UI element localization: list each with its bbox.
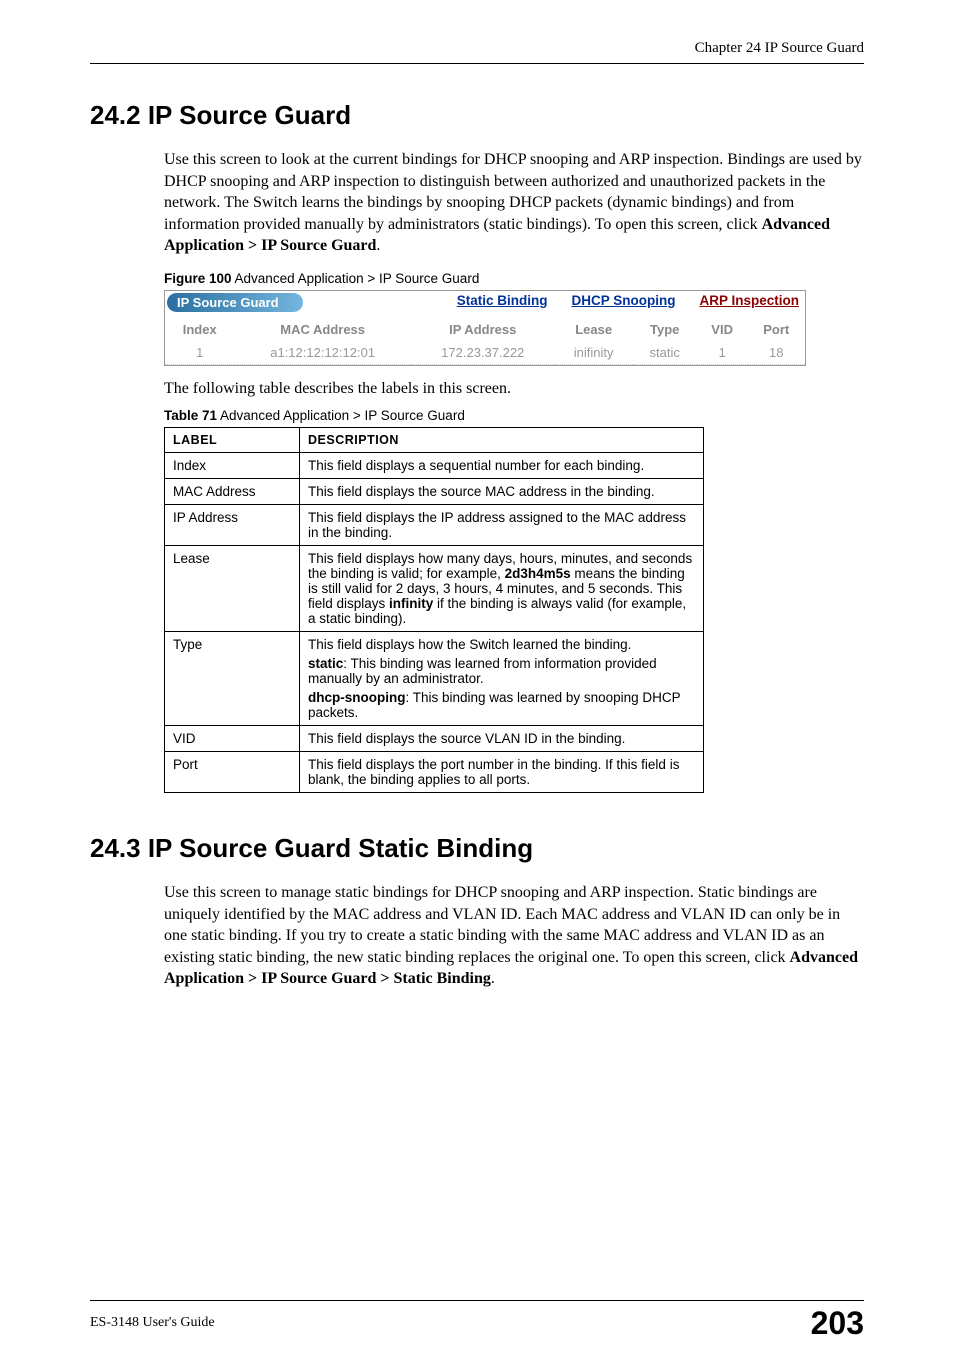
para-text: Use this screen to manage static binding… — [164, 884, 840, 966]
row-desc: This field displays how the Switch learn… — [300, 631, 704, 725]
header-label: LABEL — [165, 427, 300, 452]
link-dhcp-snooping[interactable]: DHCP Snooping — [571, 293, 675, 308]
figure-label-rest: Advanced Application > IP Source Guard — [232, 271, 480, 286]
col-index: Index — [165, 318, 234, 341]
table-71-caption: Table 71 Advanced Application > IP Sourc… — [164, 408, 864, 423]
col-lease: Lease — [555, 318, 633, 341]
row-desc: This field displays the source VLAN ID i… — [300, 725, 704, 751]
row-desc: This field displays the source MAC addre… — [300, 478, 704, 504]
row-desc: This field displays the port number in t… — [300, 751, 704, 792]
chapter-header: Chapter 24 IP Source Guard — [90, 40, 864, 64]
table-row: IP Address This field displays the IP ad… — [165, 504, 704, 545]
footer-page-number: 203 — [811, 1305, 864, 1342]
desc-text: : This binding was learned from informat… — [308, 656, 657, 686]
row-desc: This field displays how many days, hours… — [300, 545, 704, 631]
desc-bold: 2d3h4m5s — [505, 566, 571, 581]
col-mac: MAC Address — [234, 318, 410, 341]
col-ip: IP Address — [411, 318, 555, 341]
link-arp-inspection[interactable]: ARP Inspection — [699, 293, 799, 308]
row-label: Index — [165, 452, 300, 478]
row-label: Lease — [165, 545, 300, 631]
table-row: Lease This field displays how many days,… — [165, 545, 704, 631]
row-label: VID — [165, 725, 300, 751]
cell-lease: inifinity — [555, 341, 633, 365]
row-desc: This field displays the IP address assig… — [300, 504, 704, 545]
figure-100-screenshot: IP Source Guard Static Binding DHCP Snoo… — [164, 290, 806, 366]
screenshot-table: Index MAC Address IP Address Lease Type … — [165, 318, 805, 365]
row-label: Port — [165, 751, 300, 792]
table-71: LABEL DESCRIPTION Index This field displ… — [164, 427, 704, 793]
cell-ip: 172.23.37.222 — [411, 341, 555, 365]
desc-line: This field displays how the Switch learn… — [308, 637, 695, 652]
screenshot-tab-title[interactable]: IP Source Guard — [167, 293, 303, 312]
para-text-end: . — [491, 970, 495, 987]
cell-type: static — [633, 341, 697, 365]
section-24-2-heading: 24.2 IP Source Guard — [90, 100, 864, 131]
para-text-end: . — [376, 237, 380, 254]
desc-bold: infinity — [389, 596, 433, 611]
col-vid: VID — [697, 318, 748, 341]
page-footer: ES-3148 User's Guide 203 — [90, 1300, 864, 1342]
row-label: Type — [165, 631, 300, 725]
cell-port: 18 — [748, 341, 805, 365]
table-row: MAC Address This field displays the sour… — [165, 478, 704, 504]
col-type: Type — [633, 318, 697, 341]
table-header-row: Index MAC Address IP Address Lease Type … — [165, 318, 805, 341]
table-row: Port This field displays the port number… — [165, 751, 704, 792]
table-row: 1 a1:12:12:12:12:01 172.23.37.222 inifin… — [165, 341, 805, 365]
footer-guide-name: ES-3148 User's Guide — [90, 1315, 215, 1331]
desc-bold: static — [308, 656, 343, 671]
header-description: DESCRIPTION — [300, 427, 704, 452]
figure-label-bold: Figure 100 — [164, 271, 232, 286]
table-label-bold: Table 71 — [164, 408, 217, 423]
table-row: Index This field displays a sequential n… — [165, 452, 704, 478]
row-label: MAC Address — [165, 478, 300, 504]
table-label-rest: Advanced Application > IP Source Guard — [217, 408, 465, 423]
row-label: IP Address — [165, 504, 300, 545]
cell-mac: a1:12:12:12:12:01 — [234, 341, 410, 365]
figure-100-caption: Figure 100 Advanced Application > IP Sou… — [164, 271, 864, 286]
section-24-3-heading: 24.3 IP Source Guard Static Binding — [90, 833, 864, 864]
link-static-binding[interactable]: Static Binding — [457, 293, 548, 308]
para-text: Use this screen to look at the current b… — [164, 151, 862, 233]
desc-bold: dhcp-snooping — [308, 690, 405, 705]
table-intro-text: The following table describes the labels… — [164, 380, 864, 398]
table-row: Type This field displays how the Switch … — [165, 631, 704, 725]
row-desc: This field displays a sequential number … — [300, 452, 704, 478]
cell-vid: 1 — [697, 341, 748, 365]
table-header-row: LABEL DESCRIPTION — [165, 427, 704, 452]
section-24-3-intro: Use this screen to manage static binding… — [164, 882, 864, 990]
table-row: VID This field displays the source VLAN … — [165, 725, 704, 751]
cell-index: 1 — [165, 341, 234, 365]
section-24-2-intro: Use this screen to look at the current b… — [164, 149, 864, 257]
col-port: Port — [748, 318, 805, 341]
